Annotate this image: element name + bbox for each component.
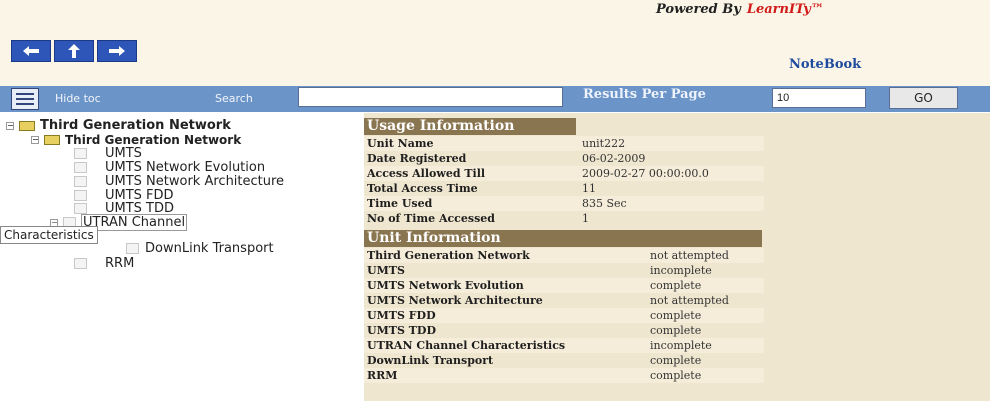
- page-icon: [126, 243, 139, 254]
- usage-value: unit222: [582, 137, 626, 150]
- folder-icon: [44, 135, 60, 145]
- search-input[interactable]: [298, 87, 563, 107]
- results-per-page-label: Results Per Page: [583, 87, 706, 102]
- usage-row: Total Access Time 11: [367, 181, 767, 196]
- unit-status: incomplete: [650, 264, 712, 277]
- unit-status: incomplete: [650, 339, 712, 352]
- usage-row: Time Used 835 Sec: [367, 196, 767, 211]
- toc-item-umts-network-architecture[interactable]: UMTS Network Architecture: [74, 174, 284, 189]
- header-area: Powered By LearnITy™ NoteBook: [0, 0, 990, 86]
- usage-value: 11: [582, 182, 596, 195]
- up-arrow-icon: [68, 44, 80, 58]
- page-icon: [74, 176, 87, 187]
- usage-row: No of Time Accessed 1: [367, 211, 767, 226]
- unit-status: complete: [650, 324, 702, 337]
- unit-info-header: Unit Information: [364, 230, 762, 247]
- toc-item-rrm[interactable]: RRM: [74, 256, 134, 271]
- tooltip: Characteristics: [0, 226, 98, 244]
- unit-status: complete: [650, 309, 702, 322]
- unit-label: RRM: [367, 369, 398, 382]
- unit-row: Third Generation Network not attempted: [367, 248, 767, 263]
- unit-label: Third Generation Network: [367, 249, 530, 262]
- unit-row: RRM complete: [367, 368, 767, 383]
- usage-value: 2009-02-27 00:00:00.0: [582, 167, 709, 180]
- unit-row: UMTS FDD complete: [367, 308, 767, 323]
- unit-status: complete: [650, 369, 702, 382]
- up-button[interactable]: [54, 40, 94, 62]
- unit-status: not attempted: [650, 249, 729, 262]
- unit-label: DownLink Transport: [367, 354, 494, 367]
- toc-item-umts[interactable]: UMTS: [74, 146, 142, 161]
- nav-buttons: [11, 40, 137, 62]
- unit-status: complete: [650, 354, 702, 367]
- unit-row: UMTS TDD complete: [367, 323, 767, 338]
- toc-toggle-icon[interactable]: [11, 88, 39, 110]
- usage-label: Unit Name: [367, 137, 434, 150]
- toc-item-label: DownLink Transport: [145, 241, 274, 256]
- unit-row: UMTS Network Architecture not attempted: [367, 293, 767, 308]
- unit-label: UTRAN Channel Characteristics: [367, 339, 566, 352]
- forward-arrow-icon: [109, 46, 125, 56]
- unit-label: UMTS: [367, 264, 405, 277]
- unit-label: UMTS FDD: [367, 309, 436, 322]
- unit-status: not attempted: [650, 294, 729, 307]
- collapse-icon[interactable]: −: [31, 136, 39, 144]
- usage-value: 06-02-2009: [582, 152, 646, 165]
- unit-row: UMTS Network Evolution complete: [367, 278, 767, 293]
- toc-tree: − Third Generation Network − Third Gener…: [0, 113, 364, 401]
- usage-label: Access Allowed Till: [367, 167, 486, 180]
- folder-icon: [19, 120, 35, 131]
- usage-value: 1: [582, 212, 589, 225]
- usage-row: Date Registered 06-02-2009: [367, 151, 767, 166]
- usage-row: Unit Name unit222: [367, 136, 767, 151]
- unit-row: DownLink Transport complete: [367, 353, 767, 368]
- toc-item-label: UMTS: [105, 146, 142, 161]
- toc-child[interactable]: − Third Generation Network: [31, 133, 241, 147]
- toolbar: Hide toc Search Results Per Page GO: [0, 86, 990, 112]
- usage-label: Date Registered: [367, 152, 467, 165]
- toc-item-label: UMTS Network Architecture: [105, 174, 285, 189]
- notebook-link[interactable]: NoteBook: [789, 57, 861, 72]
- toc-item-label: UMTS Network Evolution: [105, 160, 266, 175]
- collapse-icon[interactable]: −: [6, 121, 14, 130]
- usage-label: Total Access Time: [367, 182, 478, 195]
- powered-by-label: Powered By: [656, 2, 741, 17]
- usage-label: No of Time Accessed: [367, 212, 495, 225]
- unit-status: complete: [650, 279, 702, 292]
- unit-label: UMTS Network Architecture: [367, 294, 543, 307]
- content-panel: Usage Information Unit Name unit222 Date…: [364, 113, 990, 401]
- toc-root-label: Third Generation Network: [40, 118, 231, 133]
- page-icon: [74, 162, 87, 173]
- hide-toc-link[interactable]: Hide toc: [55, 92, 101, 105]
- unit-row: UTRAN Channel Characteristics incomplete: [367, 338, 767, 353]
- powered-by: Powered By LearnITy™: [656, 2, 824, 17]
- page-icon: [74, 148, 87, 159]
- page-icon: [74, 190, 87, 201]
- toc-item-label: RRM: [105, 256, 135, 271]
- unit-row: UMTS incomplete: [367, 263, 767, 278]
- usage-label: Time Used: [367, 197, 433, 210]
- usage-row: Access Allowed Till 2009-02-27 00:00:00.…: [367, 166, 767, 181]
- back-arrow-icon: [23, 46, 39, 56]
- toc-root[interactable]: − Third Generation Network: [6, 118, 231, 133]
- back-button[interactable]: [11, 40, 51, 62]
- usage-value: 835 Sec: [582, 197, 627, 210]
- unit-label: UMTS Network Evolution: [367, 279, 524, 292]
- search-label: Search: [215, 92, 253, 105]
- usage-info-header: Usage Information: [364, 118, 576, 135]
- forward-button[interactable]: [97, 40, 137, 62]
- toc-child-label: Third Generation Network: [65, 133, 242, 147]
- page-icon: [74, 203, 87, 214]
- results-per-page-input[interactable]: [772, 88, 866, 108]
- toc-item-downlink-transport[interactable]: DownLink Transport: [126, 241, 274, 256]
- page-icon: [74, 258, 87, 269]
- toc-item-umts-network-evolution[interactable]: UMTS Network Evolution: [74, 160, 265, 175]
- unit-label: UMTS TDD: [367, 324, 436, 337]
- brand-logo-text: LearnITy™: [746, 2, 824, 17]
- go-button[interactable]: GO: [889, 87, 958, 109]
